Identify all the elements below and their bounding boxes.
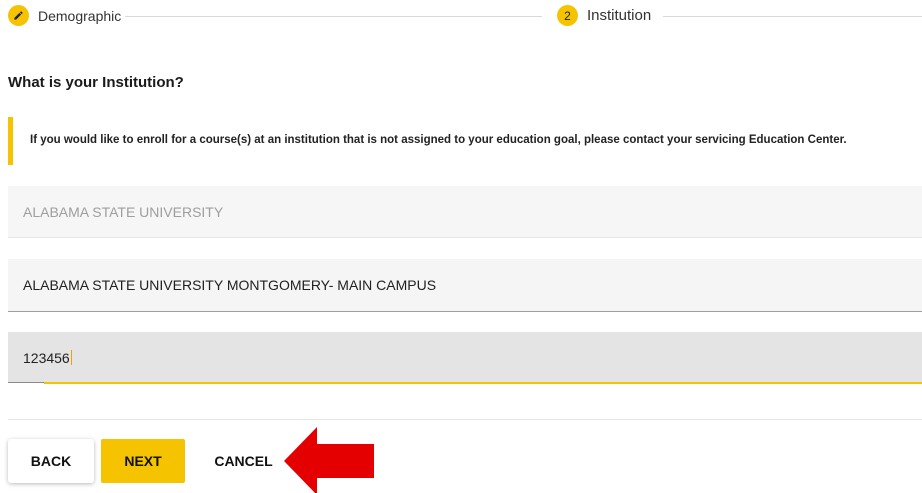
campus-value: ALABAMA STATE UNIVERSITY MONTGOMERY- MAI… — [23, 277, 437, 293]
institution-field: ALABAMA STATE UNIVERSITY — [8, 186, 922, 238]
info-notice: If you would like to enroll for a course… — [8, 117, 908, 165]
code-value: 123456 — [23, 349, 70, 366]
step-institution[interactable]: 2 Institution — [557, 5, 651, 26]
campus-select[interactable]: ALABAMA STATE UNIVERSITY MONTGOMERY- MAI… — [8, 259, 922, 312]
next-button[interactable]: NEXT — [101, 439, 185, 483]
notice-text: If you would like to enroll for a course… — [30, 134, 847, 146]
input-underline — [8, 382, 44, 383]
text-caret — [70, 350, 72, 365]
pencil-icon — [14, 11, 23, 20]
institution-value: ALABAMA STATE UNIVERSITY — [23, 203, 224, 220]
step-demographic-label: Demographic — [38, 7, 122, 24]
step-number-badge: 2 — [557, 5, 578, 26]
input-focus-underline — [44, 382, 922, 384]
step-connector — [125, 16, 542, 17]
stepper: Demographic 2 Institution — [0, 0, 922, 32]
notice-accent-bar — [8, 117, 13, 165]
code-input[interactable]: 123456 — [8, 332, 922, 384]
step-demographic[interactable]: Demographic — [8, 5, 121, 26]
section-divider — [8, 419, 922, 420]
back-button[interactable]: BACK — [8, 439, 94, 483]
red-arrow-annotation-icon — [284, 427, 374, 493]
step-completed-indicator — [8, 5, 29, 26]
step-connector-end — [663, 16, 922, 17]
page-question: What is your Institution? — [8, 74, 184, 91]
step-institution-label: Institution — [587, 7, 652, 24]
cancel-button[interactable]: CANCEL — [196, 439, 291, 483]
